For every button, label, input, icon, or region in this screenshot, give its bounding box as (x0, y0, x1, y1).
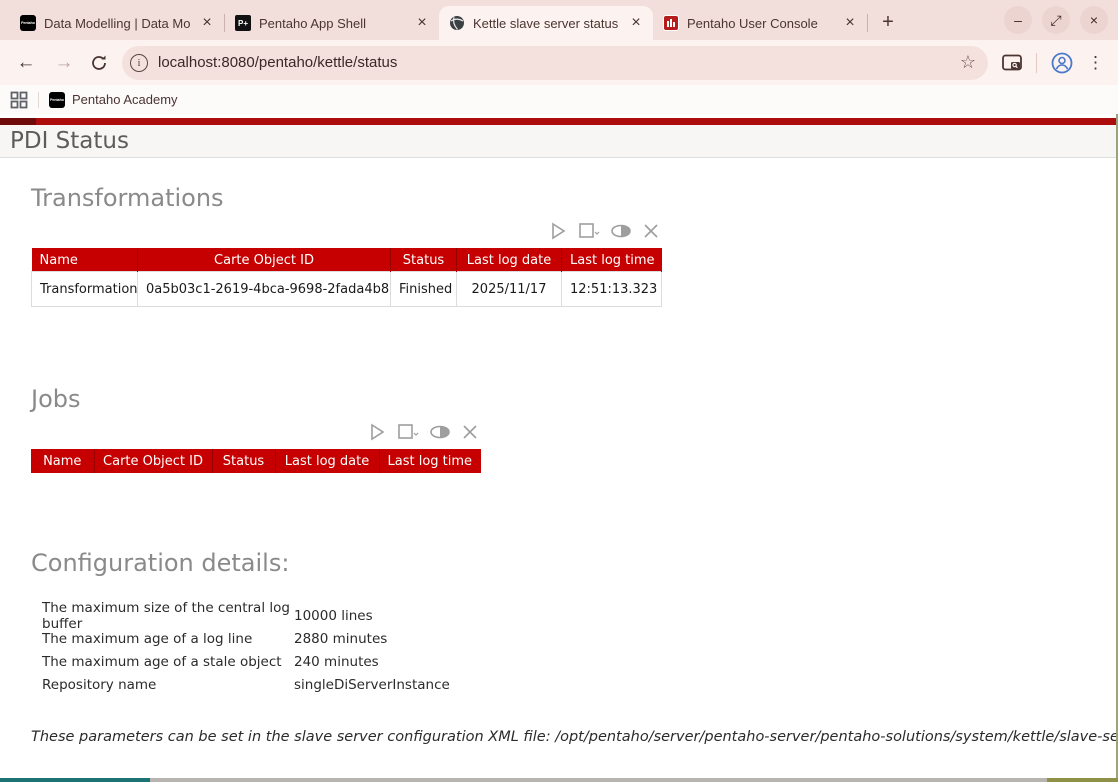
column-header[interactable]: Last log date (275, 450, 379, 473)
config-value: 240 minutes (294, 654, 379, 670)
column-header[interactable]: Name (31, 450, 94, 473)
cell-last-log-time: 12:51:13.323 (562, 272, 662, 307)
restore-button[interactable]: ⤢ (1042, 6, 1070, 34)
column-header[interactable]: Last log time (379, 450, 480, 473)
jobs-actions (31, 421, 480, 443)
column-header[interactable]: Last log time (562, 249, 662, 272)
accent-bar-dark-segment (0, 118, 36, 125)
page-accent-bar (0, 118, 1118, 125)
view-transformation-icon[interactable] (610, 221, 632, 241)
column-header[interactable]: Carte Object ID (94, 450, 212, 473)
stop-transformation-icon[interactable] (577, 221, 601, 241)
page-title: PDI Status (10, 128, 129, 154)
page-header: PDI Status (0, 125, 1118, 158)
column-header[interactable]: Status (391, 249, 457, 272)
tab-close-icon[interactable]: × (198, 14, 216, 32)
tab-data-modelling[interactable]: Pentaho Data Modelling | Data Mo × (10, 6, 224, 40)
column-header[interactable]: Last log date (457, 249, 562, 272)
config-value: 10000 lines (294, 608, 373, 624)
cell-name[interactable]: Transformation (32, 272, 138, 307)
bookmark-label: Pentaho Academy (72, 92, 178, 107)
side-panel-search-icon[interactable] (1002, 54, 1022, 72)
back-button[interactable]: ← (14, 52, 38, 74)
pentaho-logo-icon: Pentaho (20, 15, 36, 31)
tab-title: Pentaho User Console (687, 16, 833, 31)
pdi-status-page: PDI Status Transformations Name Carte Ob… (0, 114, 1118, 782)
forward-button[interactable]: → (52, 52, 76, 74)
transformations-actions (31, 220, 661, 242)
stop-job-icon[interactable] (396, 422, 420, 442)
transformations-table: Name Carte Object ID Status Last log dat… (31, 248, 662, 307)
config-value: 2880 minutes (294, 631, 387, 647)
table-header-row: Name Carte Object ID Status Last log dat… (31, 450, 480, 473)
window-controls: – ⤢ × (1004, 6, 1108, 34)
bottom-edge-teal (0, 778, 150, 782)
tab-close-icon[interactable]: × (841, 14, 859, 32)
minimize-button[interactable]: – (1004, 6, 1032, 34)
apps-grid-icon[interactable] (10, 91, 28, 109)
table-header-row: Name Carte Object ID Status Last log dat… (32, 249, 662, 272)
start-transformation-icon[interactable] (548, 221, 568, 241)
bookmarks-bar: Pentaho Pentaho Academy (0, 85, 1118, 114)
tab-title: Kettle slave server status (473, 16, 619, 31)
url-text[interactable]: localhost:8080/pentaho/kettle/status (158, 54, 950, 71)
tab-close-icon[interactable]: × (627, 14, 645, 32)
address-bar[interactable]: i localhost:8080/pentaho/kettle/status ☆ (122, 46, 988, 80)
p-plus-icon: P+ (235, 15, 251, 31)
config-label: Repository name (31, 677, 294, 693)
pentaho-logo-icon: Pentaho (49, 92, 65, 108)
bookmark-pentaho-academy[interactable]: Pentaho Pentaho Academy (49, 92, 178, 108)
browser-toolbar: ← → i localhost:8080/pentaho/kettle/stat… (0, 40, 1118, 85)
bookmarks-divider (38, 92, 39, 108)
transformations-heading: Transformations (31, 184, 1094, 212)
column-header[interactable]: Carte Object ID (138, 249, 391, 272)
reload-button[interactable] (90, 54, 108, 72)
globe-icon (449, 15, 465, 31)
remove-transformation-icon[interactable] (641, 221, 661, 241)
cell-carte-object-id: 0a5b03c1-2619-4bca-9698-2fada4b81167 (138, 272, 391, 307)
tab-close-icon[interactable]: × (413, 14, 431, 32)
tab-strip: Pentaho Data Modelling | Data Mo × P+ Pe… (0, 0, 1118, 40)
new-tab-button[interactable]: + (874, 8, 902, 36)
cell-last-log-date: 2025/11/17 (457, 272, 562, 307)
cell-status: Finished (391, 272, 457, 307)
profile-icon[interactable] (1051, 52, 1073, 74)
start-job-icon[interactable] (367, 422, 387, 442)
config-row: Repository name singleDiServerInstance (31, 674, 1094, 697)
window-edge-bottom (0, 778, 1118, 782)
config-value: singleDiServerInstance (294, 677, 450, 693)
toolbar-divider (1036, 53, 1037, 73)
remove-job-icon[interactable] (460, 422, 480, 442)
red-chart-icon (663, 15, 679, 31)
menu-kebab-icon[interactable]: ⋮ (1087, 53, 1104, 73)
table-row[interactable]: Transformation 0a5b03c1-2619-4bca-9698-2… (32, 272, 662, 307)
tab-pentaho-app-shell[interactable]: P+ Pentaho App Shell × (225, 6, 439, 40)
jobs-table: Name Carte Object ID Status Last log dat… (31, 449, 481, 473)
view-job-icon[interactable] (429, 422, 451, 442)
bottom-edge-gray (150, 778, 1047, 782)
bookmark-star-icon[interactable]: ☆ (960, 52, 976, 73)
config-row: The maximum age of a stale object 240 mi… (31, 651, 1094, 674)
config-label: The maximum age of a stale object (31, 654, 294, 670)
column-header[interactable]: Status (212, 450, 275, 473)
config-row: The maximum size of the central log buff… (31, 605, 1094, 628)
site-info-icon[interactable]: i (130, 54, 148, 72)
config-label: The maximum age of a log line (31, 631, 294, 647)
column-header[interactable]: Name (32, 249, 138, 272)
config-label: The maximum size of the central log buff… (31, 600, 294, 632)
close-button[interactable]: × (1080, 6, 1108, 34)
configuration-note: These parameters can be set in the slave… (31, 729, 1094, 745)
tab-kettle-slave-server-status[interactable]: Kettle slave server status × (439, 6, 653, 40)
jobs-heading: Jobs (31, 385, 1094, 413)
config-row: The maximum age of a log line 2880 minut… (31, 628, 1094, 651)
configuration-heading: Configuration details: (31, 549, 1094, 577)
tab-title: Data Modelling | Data Mo (44, 16, 190, 31)
configuration-list: The maximum size of the central log buff… (31, 605, 1094, 697)
tab-separator (867, 14, 868, 32)
tab-title: Pentaho App Shell (259, 16, 405, 31)
bottom-edge-olive (1047, 778, 1118, 782)
page-content: Transformations Name Carte Object ID Sta… (0, 184, 1118, 745)
tab-pentaho-user-console[interactable]: Pentaho User Console × (653, 6, 867, 40)
